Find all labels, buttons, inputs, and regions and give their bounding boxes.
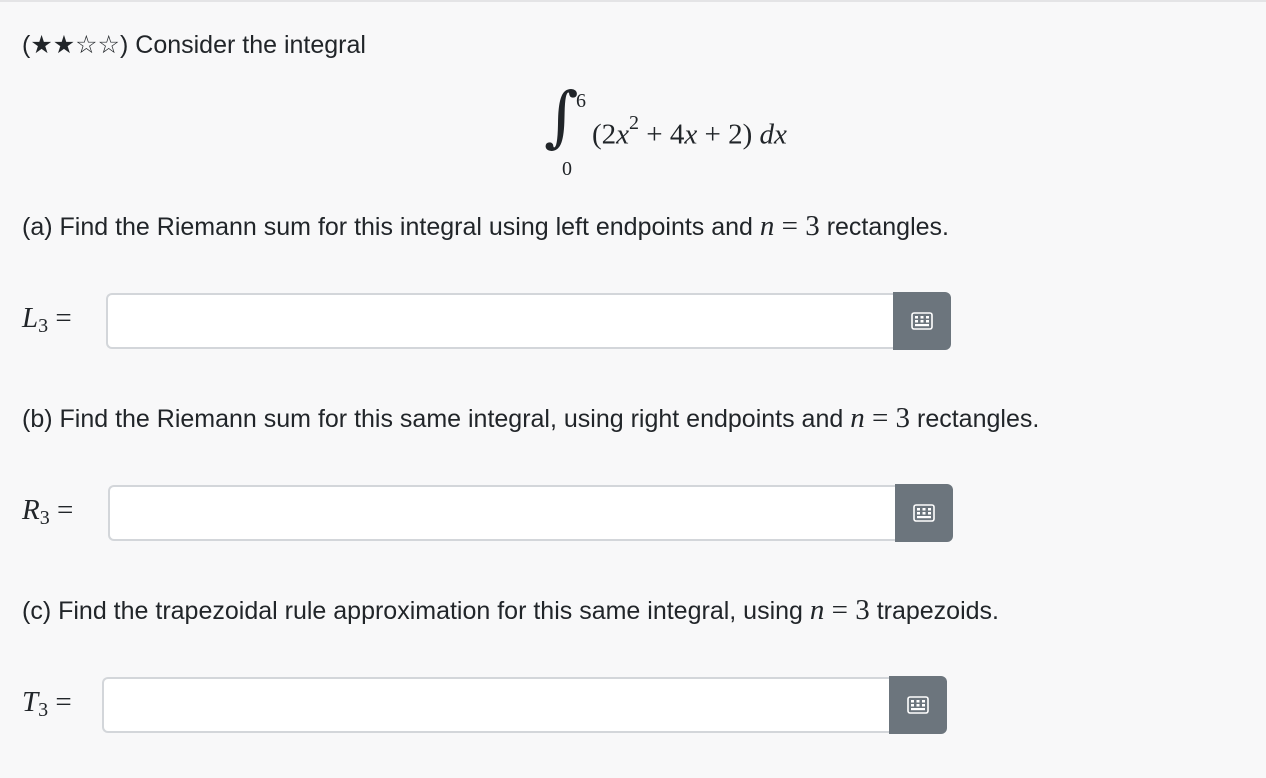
- question-c: (c) Find the trapezoidal rule approximat…: [22, 594, 999, 626]
- keyboard-button-c[interactable]: [889, 676, 947, 734]
- problem-intro: (★★☆☆) Consider the integral: [22, 30, 366, 60]
- answer-input-a[interactable]: [106, 293, 894, 349]
- answer-label-c: T3 =: [22, 686, 72, 721]
- integral-expression: ∫ 6 0 (2x2 + 4x + 2) dx: [538, 84, 858, 184]
- lower-limit: 0: [562, 158, 572, 180]
- difficulty-stars: (★★☆☆): [22, 31, 129, 59]
- answer-input-c[interactable]: [102, 677, 890, 733]
- question-b: (b) Find the Riemann sum for this same i…: [22, 402, 1040, 434]
- upper-limit: 6: [576, 90, 586, 112]
- answer-input-b[interactable]: [108, 485, 896, 541]
- integral-sign: ∫: [544, 78, 579, 155]
- question-a: (a) Find the Riemann sum for this integr…: [22, 210, 949, 242]
- answer-label-b: R3 =: [22, 494, 74, 529]
- intro-text: Consider the integral: [135, 31, 366, 59]
- answer-label-a: L3 =: [22, 302, 72, 337]
- keyboard-icon: [913, 504, 935, 522]
- integrand: (2x2 + 4x + 2) dx: [592, 112, 787, 151]
- keyboard-icon: [911, 312, 933, 330]
- keyboard-button-b[interactable]: [895, 484, 953, 542]
- keyboard-button-a[interactable]: [893, 292, 951, 350]
- keyboard-icon: [907, 696, 929, 714]
- top-divider: [0, 0, 1266, 2]
